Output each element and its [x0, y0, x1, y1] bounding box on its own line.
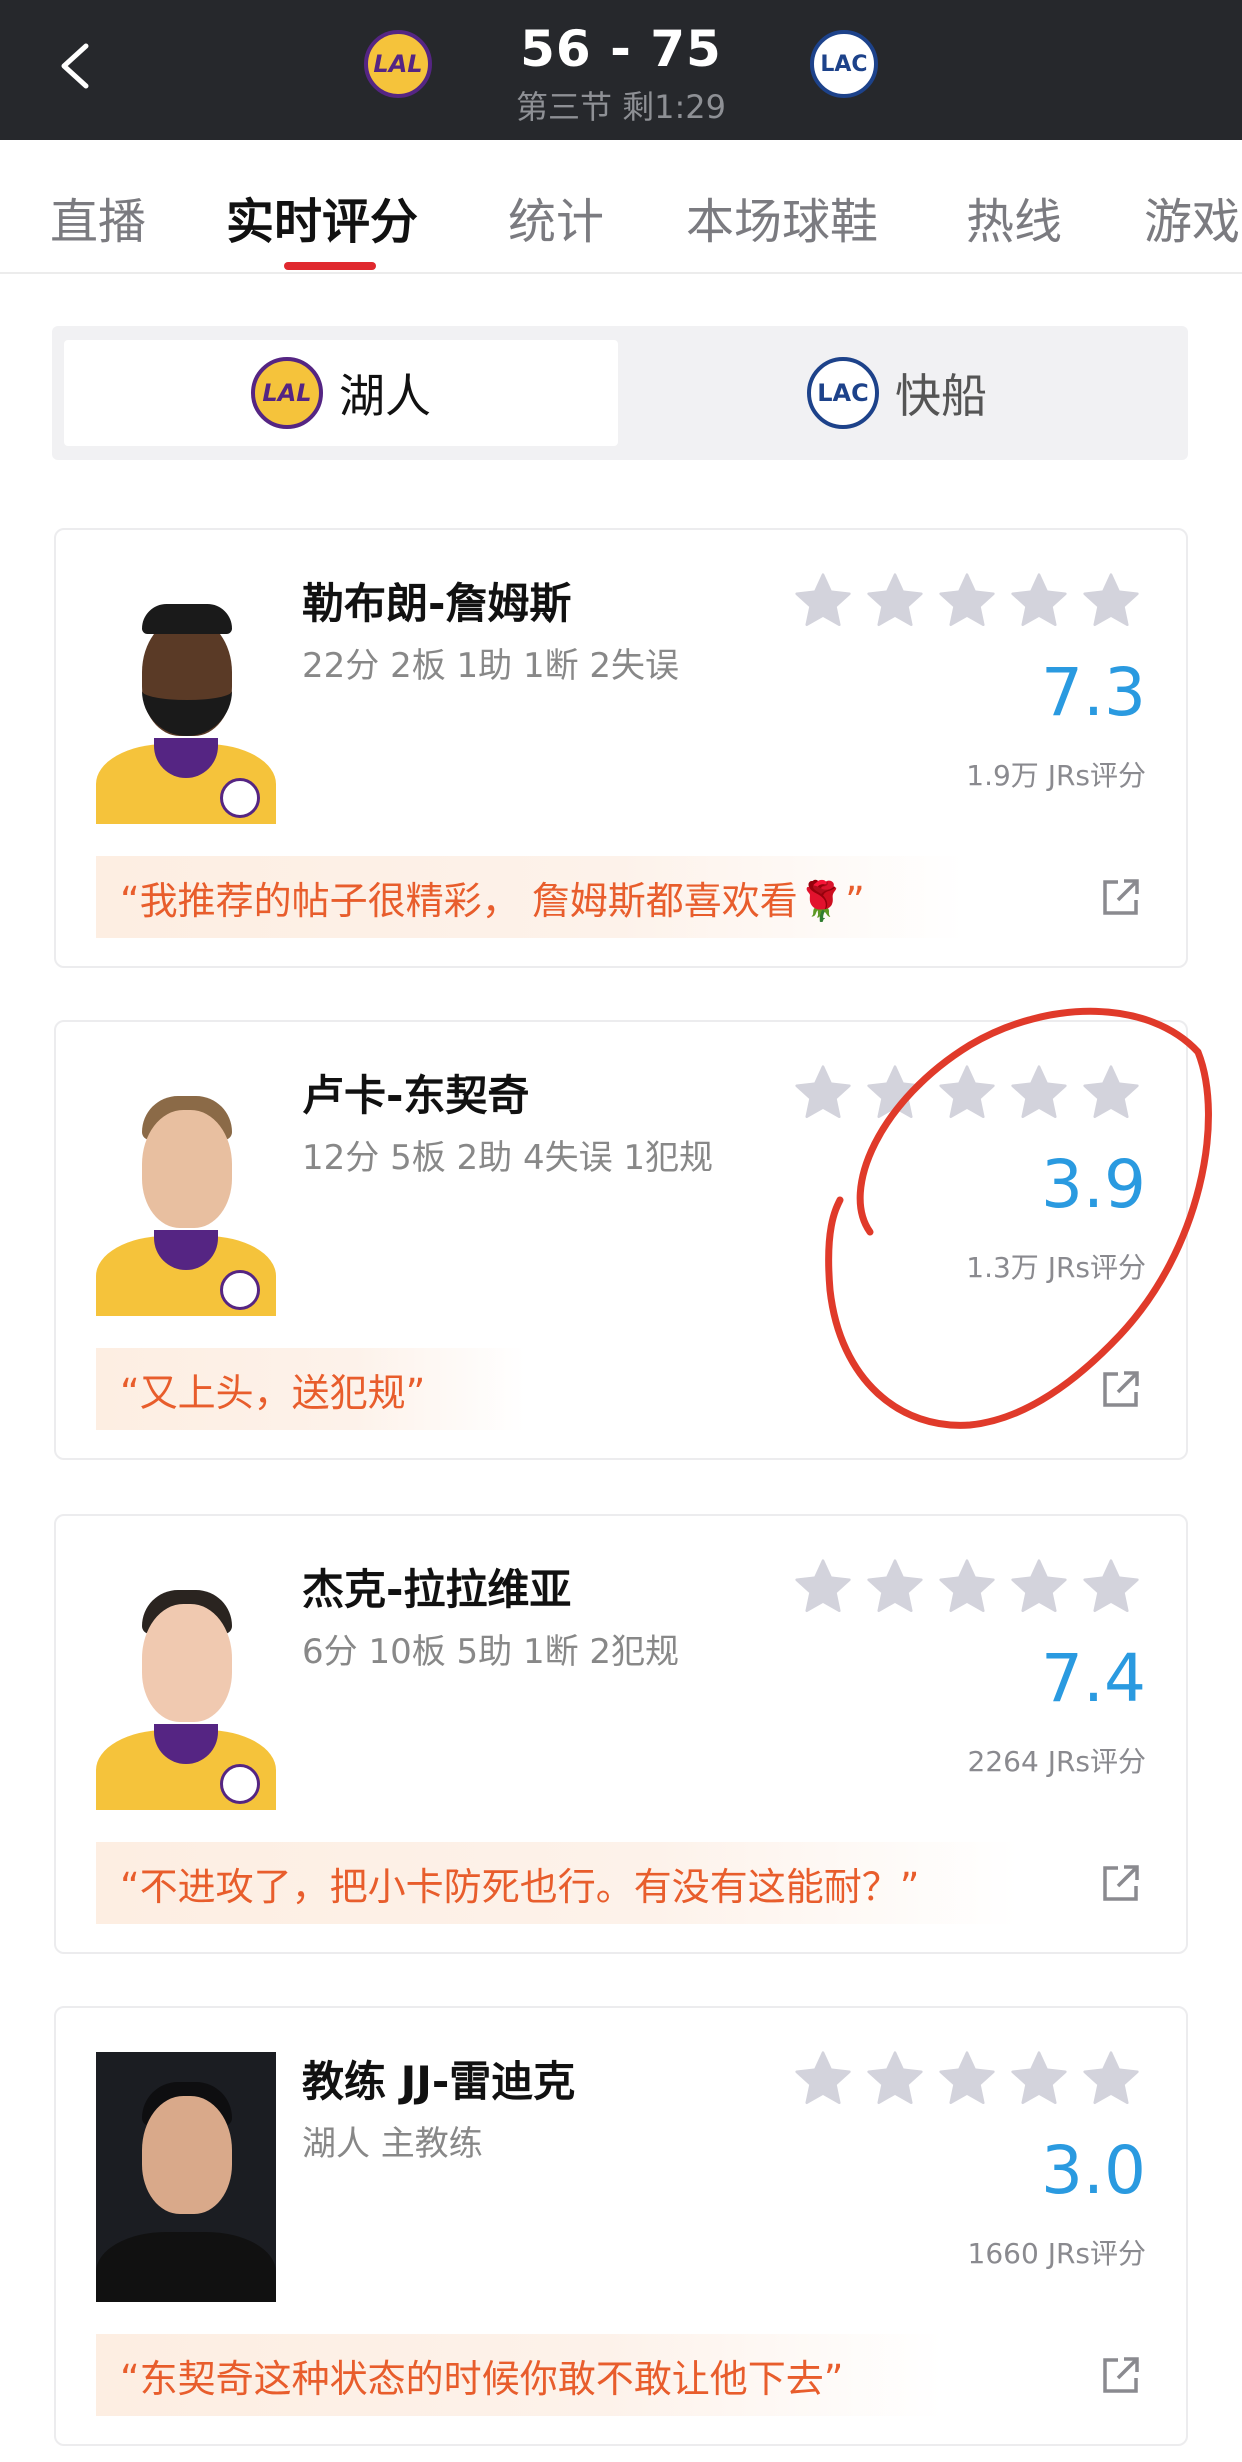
player-stats: 22分 2板 1助 1断 2失误 — [302, 646, 680, 686]
star-icon[interactable] — [1080, 570, 1142, 632]
player-stats: 6分 10板 5助 1断 2犯规 — [302, 1632, 680, 1672]
tab-sneakers[interactable]: 本场球鞋 — [686, 182, 878, 252]
star-icon[interactable] — [1080, 1062, 1142, 1124]
coach-avatar — [96, 2052, 276, 2302]
star-icon[interactable] — [936, 2048, 998, 2110]
top-comment[interactable]: “又上头，送犯规” — [96, 1348, 526, 1430]
team-option-lakers[interactable]: LAL 湖人 — [64, 340, 618, 446]
player-rating: 7.4 — [1041, 1640, 1146, 1717]
team-name: 快船 — [895, 369, 987, 423]
team-option-clippers[interactable]: LAC 快船 — [618, 340, 1176, 446]
player-name: 勒布朗-詹姆斯 — [302, 579, 572, 628]
star-icon[interactable] — [792, 1062, 854, 1124]
star-icon[interactable] — [1008, 2048, 1070, 2110]
team-name: 湖人 — [339, 369, 431, 423]
star-icon[interactable] — [936, 1062, 998, 1124]
star-icon[interactable] — [1008, 1062, 1070, 1124]
lakers-logo: LAL — [251, 357, 323, 429]
player-stats: 12分 5板 2助 4失误 1犯规 — [302, 1138, 714, 1178]
tab-live[interactable]: 直播 — [50, 182, 146, 252]
rating-count: 1660 JRs评分 — [967, 2237, 1146, 2270]
player-card[interactable]: 勒布朗-詹姆斯 22分 2板 1助 1断 2失误 7.3 1.9万 JRs评分 … — [54, 528, 1188, 968]
share-icon[interactable] — [1100, 1862, 1142, 1904]
star-icon[interactable] — [864, 2048, 926, 2110]
share-icon[interactable] — [1100, 876, 1142, 918]
clippers-logo: LAC — [810, 30, 878, 98]
clippers-logo: LAC — [807, 357, 879, 429]
coach-card[interactable]: 教练 JJ-雷迪克 湖人 主教练 3.0 1660 JRs评分 “东契奇这种状态… — [54, 2006, 1188, 2446]
rating-stars — [792, 570, 1142, 632]
player-card[interactable]: 杰克-拉拉维亚 6分 10板 5助 1断 2犯规 7.4 2264 JRs评分 … — [54, 1514, 1188, 1954]
star-icon[interactable] — [936, 570, 998, 632]
player-rating: 7.3 — [1041, 654, 1146, 731]
star-icon[interactable] — [792, 570, 854, 632]
tab-games[interactable]: 游戏 — [1144, 182, 1240, 252]
player-avatar — [96, 1066, 276, 1316]
star-icon[interactable] — [864, 1556, 926, 1618]
tab-active-indicator — [284, 262, 376, 270]
rating-stars — [792, 1556, 1142, 1618]
tab-live-rating[interactable]: 实时评分 — [226, 182, 418, 252]
tab-bar: 直播 实时评分 统计 本场球鞋 热线 游戏 — [0, 140, 1242, 274]
tab-hotline[interactable]: 热线 — [966, 182, 1062, 252]
star-icon[interactable] — [1008, 570, 1070, 632]
star-icon[interactable] — [1080, 2048, 1142, 2110]
share-icon[interactable] — [1100, 2354, 1142, 2396]
rating-count: 1.3万 JRs评分 — [966, 1251, 1146, 1284]
star-icon[interactable] — [1008, 1556, 1070, 1618]
coach-name: 教练 JJ-雷迪克 — [302, 2057, 576, 2106]
top-comment[interactable]: “不进攻了，把小卡防死也行。有没有这能耐？” — [96, 1842, 1020, 1924]
tab-stats[interactable]: 统计 — [508, 182, 604, 252]
star-icon[interactable] — [792, 2048, 854, 2110]
player-name: 杰克-拉拉维亚 — [302, 1565, 572, 1614]
player-name: 卢卡-东契奇 — [302, 1071, 530, 1120]
rating-count: 1.9万 JRs评分 — [966, 759, 1146, 792]
game-header: LAL 56 - 75 第三节 剩1:29 LAC — [0, 0, 1242, 140]
share-icon[interactable] — [1100, 1368, 1142, 1410]
rating-count: 2264 JRs评分 — [967, 1745, 1146, 1778]
team-switch: LAL 湖人 LAC 快船 — [52, 326, 1188, 460]
star-icon[interactable] — [864, 570, 926, 632]
game-score: 56 - 75 — [520, 20, 722, 78]
rating-stars — [792, 1062, 1142, 1124]
game-period: 第三节 剩1:29 — [515, 88, 727, 126]
player-card[interactable]: 卢卡-东契奇 12分 5板 2助 4失误 1犯规 3.9 1.3万 JRs评分 … — [54, 1020, 1188, 1460]
star-icon[interactable] — [1080, 1556, 1142, 1618]
top-comment[interactable]: “东契奇这种状态的时候你敢不敢让他下去” — [96, 2334, 944, 2416]
star-icon[interactable] — [936, 1556, 998, 1618]
player-avatar — [96, 574, 276, 824]
top-comment[interactable]: “我推荐的帖子很精彩， 詹姆斯都喜欢看🌹” — [96, 856, 965, 938]
rating-stars — [792, 2048, 1142, 2110]
star-icon[interactable] — [864, 1062, 926, 1124]
player-rating: 3.9 — [1041, 1146, 1146, 1223]
coach-role: 湖人 主教练 — [302, 2124, 483, 2164]
player-avatar — [96, 1560, 276, 1810]
coach-rating: 3.0 — [1041, 2132, 1146, 2209]
star-icon[interactable] — [792, 1556, 854, 1618]
